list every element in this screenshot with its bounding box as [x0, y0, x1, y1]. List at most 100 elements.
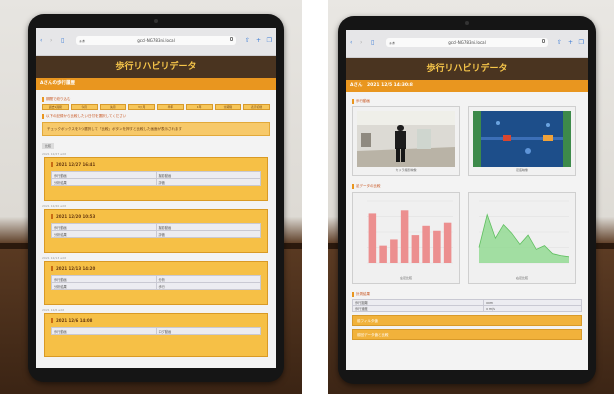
sole-video-label: 足底映像: [515, 168, 528, 172]
new-tab-icon[interactable]: +: [256, 36, 261, 45]
record-cell[interactable]: 撮影動画: [155, 223, 261, 231]
filter-button[interactable]: 半年: [157, 104, 184, 110]
url-field[interactable]: ぁあ gccl-NG783ni.local: [76, 36, 236, 45]
record-cell[interactable]: 歩行動画: [51, 171, 157, 179]
previous-filter-button[interactable]: 前フィルタ値: [352, 315, 582, 326]
url-field[interactable]: ぁあ gccl-NG783ni.local: [386, 38, 548, 47]
record-card[interactable]: 2021 12/20 10:53 歩行動画 撮影動画 分析結果 評価: [44, 209, 268, 253]
bar-mark: [400, 210, 409, 263]
record-card[interactable]: 2021 12/27 16:41 歩行動画 撮影動画 分析結果 評価: [44, 157, 268, 201]
share-icon[interactable]: ⇧: [557, 38, 562, 47]
filter-button[interactable]: 3ヶ月: [128, 104, 155, 110]
record-date: 2021 12/13 14:20: [51, 266, 261, 271]
record-table: 歩行動画 分析 分析結果 歩行: [51, 275, 261, 290]
record-cell[interactable]: 評価: [155, 178, 261, 186]
sole-video-image: [473, 111, 571, 167]
page-title: 歩行リハビリデータ: [346, 58, 588, 80]
record-caption: 2021 12/20 edit: [42, 204, 66, 208]
record-cell[interactable]: 分析結果: [51, 282, 157, 290]
bar-mark: [368, 213, 377, 263]
browser-toolbar: ‹ › ▯ ぁあ gccl-NG783ni.local ⇧ + ❐: [36, 28, 276, 56]
left-foot-chart-frame: 左足比較: [352, 192, 460, 284]
filter-button[interactable]: 全期間: [214, 104, 242, 110]
history-content: 期間で絞り込む 過去1週間 今月 先月 3ヶ月 半年 1年 全期間 表示切替 以…: [36, 90, 276, 362]
record-cell[interactable]: 評価: [155, 230, 261, 238]
filter-button[interactable]: 先月: [99, 104, 127, 110]
results-label: 計測結果: [352, 292, 582, 297]
result-value: x m/s: [483, 305, 582, 312]
sidebar-icon[interactable]: ▯: [371, 38, 374, 47]
right-foot-area-chart: [478, 200, 570, 264]
url-text: gccl-NG783ni.local: [448, 40, 486, 45]
right-foot-chart-frame: 右足比較: [468, 192, 576, 284]
bar-mark: [390, 239, 398, 263]
history-heading: Aさんの歩行履歴: [36, 78, 276, 90]
compare-button[interactable]: 比較: [42, 143, 55, 149]
left-foot-bar-chart: [367, 200, 453, 264]
page-title: 歩行リハビリデータ: [36, 56, 276, 78]
bar-mark: [433, 230, 441, 263]
filter-button-row: 過去1週間 今月 先月 3ヶ月 半年 1年 全期間 表示切替: [42, 104, 270, 110]
left-photo: ‹ › ▯ ぁあ gccl-NG783ni.local ⇧ + ❐ 歩行リハビリ…: [0, 0, 302, 394]
record-table: 歩行動画 撮影動画 分析結果 評価: [51, 223, 261, 238]
filter-button[interactable]: 過去1週間: [42, 104, 69, 110]
record-caption: 2021 12/6 edit: [42, 308, 65, 312]
sole-video-frame[interactable]: 足底映像: [468, 106, 576, 176]
walking-video-frame[interactable]: カメラ撮影映像: [352, 106, 460, 176]
forward-icon[interactable]: ›: [50, 36, 52, 45]
right-screen: ‹ › ▯ ぁあ gccl-NG783ni.local ⇧ + ❐ 歩行リハビリ…: [346, 30, 588, 370]
session-heading: Aさん 2021 12/5 14:30:8: [346, 80, 588, 92]
lock-icon: [542, 39, 545, 43]
filter-button[interactable]: 表示切替: [243, 104, 270, 110]
camera-icon: [465, 21, 469, 25]
new-tab-icon[interactable]: +: [568, 38, 573, 47]
record-cell[interactable]: 分析結果: [51, 178, 157, 186]
bar-chart-caption: 左足比較: [399, 276, 412, 280]
record-date: 2021 12/20 10:53: [51, 214, 261, 219]
filter-button[interactable]: 今月: [70, 104, 98, 110]
record-cell[interactable]: 撮影動画: [155, 171, 261, 179]
record-cell[interactable]: 歩行: [155, 282, 261, 290]
area-chart-caption: 右足比較: [515, 276, 528, 280]
tabs-icon[interactable]: ❐: [579, 38, 584, 47]
record-date: 2021 12/27 16:41: [51, 162, 261, 167]
tabs-icon[interactable]: ❐: [267, 36, 272, 45]
filter-label: 期間で絞り込む: [42, 97, 270, 102]
url-text: gccl-NG783ni.local: [137, 38, 175, 43]
record-card[interactable]: 2021 12/6 14:08 歩行動画 ログ動画: [44, 313, 268, 357]
record-cell[interactable]: 歩行動画: [51, 223, 157, 231]
back-icon[interactable]: ‹: [350, 38, 352, 47]
reader-icon[interactable]: ぁあ: [389, 39, 395, 48]
reader-icon[interactable]: ぁあ: [79, 37, 85, 46]
results-section: 計測結果 歩行距離 xxm 歩行速度 x m/s 前フィルタ値 前回データ値と比較: [351, 288, 582, 343]
compare-previous-button[interactable]: 前回データ値と比較: [352, 329, 582, 340]
video-label: 歩行動画: [352, 99, 582, 104]
bar-mark: [411, 235, 420, 263]
filter-button[interactable]: 1年: [185, 104, 213, 110]
bar-mark: [422, 225, 430, 263]
right-photo: ‹ › ▯ ぁあ gccl-NG783ni.local ⇧ + ❐ 歩行リハビリ…: [328, 0, 614, 394]
back-icon[interactable]: ‹: [40, 36, 42, 45]
right-tablet: ‹ › ▯ ぁあ gccl-NG783ni.local ⇧ + ❐ 歩行リハビリ…: [338, 16, 596, 384]
share-icon[interactable]: ⇧: [245, 36, 250, 45]
left-screen: ‹ › ▯ ぁあ gccl-NG783ni.local ⇧ + ❐ 歩行リハビリ…: [36, 28, 276, 368]
walking-video-image: [357, 111, 455, 167]
forward-icon[interactable]: ›: [360, 38, 362, 47]
comparison-label: 足データの比較: [352, 184, 381, 189]
sidebar-icon[interactable]: ▯: [61, 36, 64, 45]
record-cell[interactable]: 分析結果: [51, 230, 157, 238]
camera-icon: [154, 19, 158, 23]
result-key: 歩行速度: [351, 305, 485, 312]
record-cell[interactable]: ログ動画: [155, 327, 261, 335]
record-table: 歩行動画 撮影動画 分析結果 評価: [51, 171, 261, 186]
record-cell[interactable]: 分析: [155, 275, 261, 283]
record-table: 歩行動画 ログ動画: [51, 327, 261, 335]
bar-mark: [379, 245, 387, 263]
select-instruction-label: 以下の記録から比較したい日付を選択してください: [42, 114, 270, 119]
record-cell[interactable]: 歩行動画: [51, 275, 157, 283]
record-card[interactable]: 2021 12/13 14:20 歩行動画 分析 分析結果 歩行: [44, 261, 268, 305]
record-cell[interactable]: 歩行動画: [51, 327, 157, 335]
results-table: 歩行距離 xxm 歩行速度 x m/s: [351, 299, 582, 312]
compare-notice: チェックボックスを3つ選択して「比較」ボタンを押すと比較した画面が表示されます: [42, 122, 270, 136]
record-date: 2021 12/6 14:08: [51, 318, 261, 323]
